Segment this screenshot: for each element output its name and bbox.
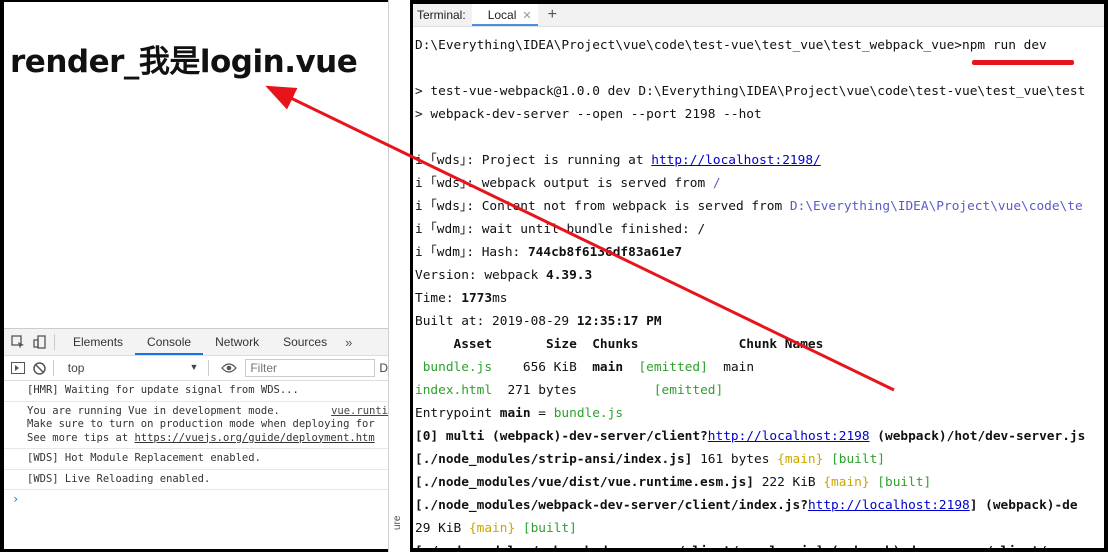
- annotation-arrow: [265, 85, 895, 392]
